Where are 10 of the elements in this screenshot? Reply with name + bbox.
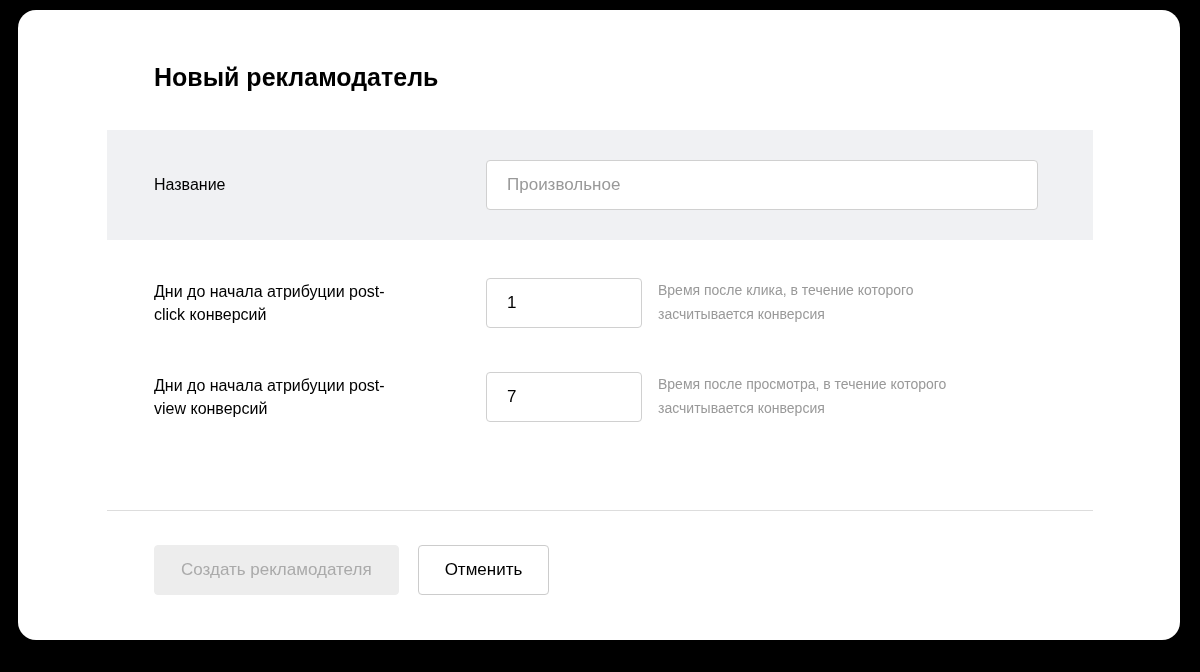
number-input[interactable]: 7 (486, 372, 642, 422)
field-label: Дни до начала атрибуции post-click конверсий (154, 281, 386, 325)
field-hint: Время после просмотра, в течение которого засчитывается конверсия (658, 375, 948, 418)
field-label: Дни до начала атрибуции post-view конверсий (154, 375, 386, 419)
dialog-title: Новый рекламодатель (153, 62, 440, 93)
number-input[interactable]: 1 (486, 278, 642, 328)
name-input[interactable]: Произвольное (486, 160, 1038, 210)
cancel-button[interactable]: Отменить (417, 545, 550, 595)
field-label: Название (154, 175, 227, 196)
field-hint: Время после клика, в течение которого засчитывается конверсия (658, 281, 915, 324)
